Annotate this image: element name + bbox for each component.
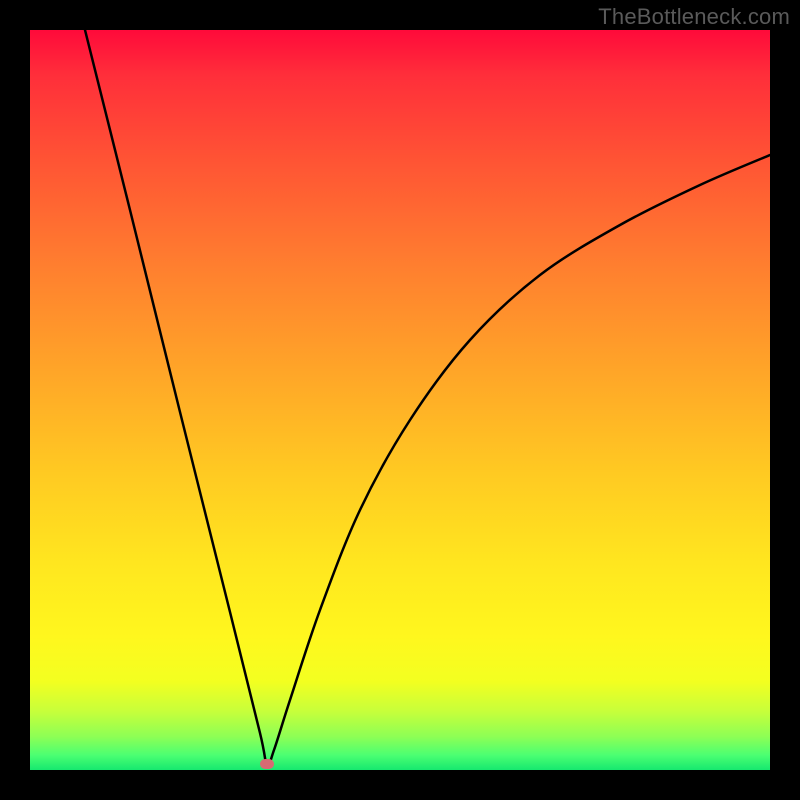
plot-area	[30, 30, 770, 770]
chart-container: TheBottleneck.com	[0, 0, 800, 800]
curve-path	[85, 30, 770, 766]
bottleneck-curve	[30, 30, 770, 770]
watermark-text: TheBottleneck.com	[598, 4, 790, 30]
optimum-marker	[260, 759, 274, 769]
